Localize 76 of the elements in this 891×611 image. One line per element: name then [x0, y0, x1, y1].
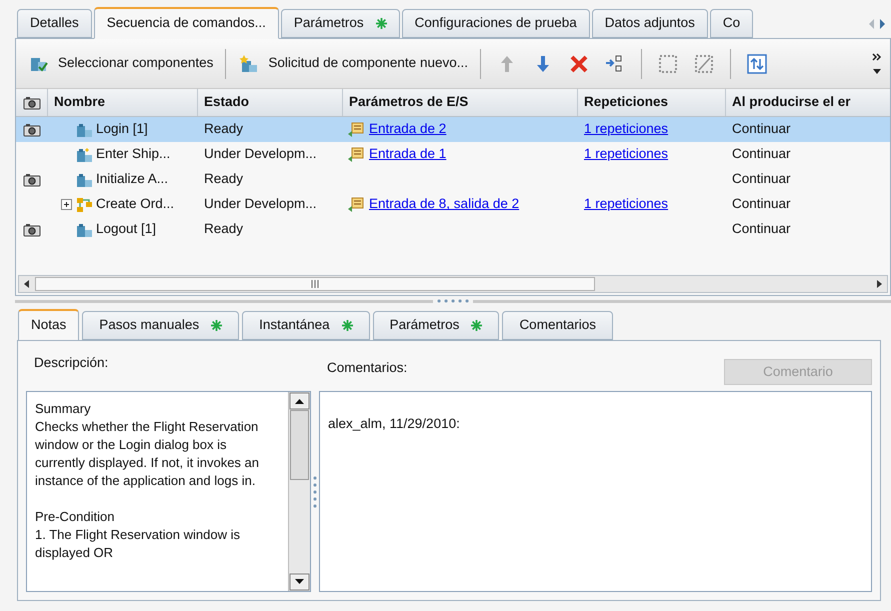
repetitions-link[interactable]: 1 repeticiones — [584, 146, 668, 162]
tab[interactable]: Notas — [18, 309, 80, 341]
repetitions-link[interactable]: 1 repeticiones — [584, 121, 668, 136]
table-row[interactable]: Logout [1] Ready Continuar — [16, 217, 890, 242]
table-row[interactable]: Login [1] Ready Entrada de 2 1 repeticiones Continuar — [16, 117, 890, 142]
toolbar-button[interactable]: Solicitud de componente nuevo... — [234, 46, 472, 80]
component-name: Enter Ship... — [96, 145, 170, 164]
status-text: Under Developm... — [204, 196, 317, 212]
tab[interactable]: Configuraciones de prueba — [402, 9, 590, 38]
status-text: Ready — [204, 171, 244, 186]
splitter-grip-icon[interactable] — [313, 476, 317, 510]
on-error-text: Continuar — [732, 171, 791, 186]
scroll-thumb[interactable] — [290, 410, 309, 480]
table-row[interactable]: Enter Ship... Under Developm... Entrada de 1 1 repeticiones Continuar — [16, 142, 890, 167]
column-header[interactable]: Repeticiones — [578, 89, 726, 116]
splitter-grip-icon[interactable] — [437, 299, 469, 303]
horizontal-scrollbar[interactable] — [18, 275, 888, 293]
table-row[interactable]: Initialize A... Ready Continuar — [16, 167, 890, 192]
camera-icon — [22, 96, 40, 110]
parameter-icon — [347, 146, 365, 162]
tab[interactable]: Parámetros — [280, 9, 400, 38]
scroll-up-icon[interactable] — [289, 392, 310, 410]
tab[interactable]: Detalles — [17, 9, 92, 38]
component-name: Create Ord... — [96, 195, 174, 214]
scroll-down-icon[interactable] — [289, 573, 310, 591]
grip-icon — [310, 279, 320, 289]
repetitions-link[interactable]: 1 repeticiones — [584, 196, 668, 212]
flow-icon — [76, 196, 94, 212]
on-error-text: Continuar — [732, 146, 791, 162]
swap-icon[interactable] — [746, 52, 768, 74]
on-error-text: Continuar — [732, 221, 791, 236]
component-icon — [76, 122, 94, 138]
description-text: Summary Checks whether the Flight Reservation window or the Login dialog box is currently displayed. If not, it invokes an instance of the application and logs in. Pre-Condition 1. The Flight Reservation window is displayed OR — [35, 401, 260, 560]
tab[interactable]: Comentarios — [502, 311, 613, 340]
comments-label: Comentarios: — [327, 358, 408, 377]
parameter-icon — [347, 122, 365, 138]
camera-icon — [23, 172, 41, 186]
comments-field[interactable]: alex_alm, 11/29/2010: — [319, 391, 872, 592]
toolbar-button[interactable]: Seleccionar componentes — [24, 46, 218, 80]
column-header[interactable]: Parámetros de E/S — [343, 89, 578, 116]
status-text: Under Developm... — [204, 146, 317, 162]
component-icon — [76, 172, 94, 188]
status-text: Ready — [204, 121, 244, 136]
status-text: Ready — [204, 221, 244, 236]
parameters-link[interactable]: Entrada de 1 — [369, 144, 446, 165]
on-error-text: Continuar — [732, 121, 791, 136]
tab[interactable]: Datos adjuntos — [592, 9, 708, 38]
component-name: Login [1] — [96, 120, 148, 138]
parameters-link[interactable]: Entrada de 8, salida de 2 — [369, 194, 520, 215]
description-label: Descripción: — [34, 354, 110, 372]
component-icon — [76, 146, 94, 162]
parameter-icon — [347, 196, 365, 212]
tab[interactable]: Parámetros — [372, 311, 500, 340]
dropdown-arrow-icon[interactable] — [873, 68, 881, 74]
camera-icon — [23, 222, 41, 236]
scroll-right-icon[interactable] — [879, 18, 887, 30]
comment-text: alex_alm, 11/29/2010: — [328, 416, 460, 431]
description-field[interactable] — [26, 391, 311, 592]
scroll-thumb[interactable] — [35, 277, 595, 291]
component-name: Initialize A... — [96, 170, 168, 188]
tab[interactable]: Co — [710, 9, 754, 38]
expand-icon[interactable] — [60, 199, 72, 210]
column-header[interactable]: Nombre — [48, 89, 198, 116]
camera-icon — [23, 122, 41, 136]
component-name: Logout [1] — [96, 220, 156, 238]
tab[interactable]: Secuencia de comandos... — [94, 7, 279, 39]
column-header[interactable]: Estado — [198, 89, 343, 116]
delete-icon[interactable] — [568, 52, 590, 74]
tab[interactable]: Instantánea — [242, 311, 370, 340]
overflow-chevron-icon[interactable] — [872, 52, 882, 60]
column-header[interactable]: Al producirse el er — [726, 89, 890, 116]
tab[interactable]: Pasos manuales — [82, 311, 240, 340]
parameters-link[interactable]: Entrada de 2 — [369, 119, 446, 140]
component-icon — [76, 222, 94, 238]
on-error-text: Continuar — [732, 196, 791, 212]
table-row[interactable]: Create Ord... Under Developm... Entrada de 8, salida de 2 1 repeticiones Continuar — [16, 192, 890, 217]
